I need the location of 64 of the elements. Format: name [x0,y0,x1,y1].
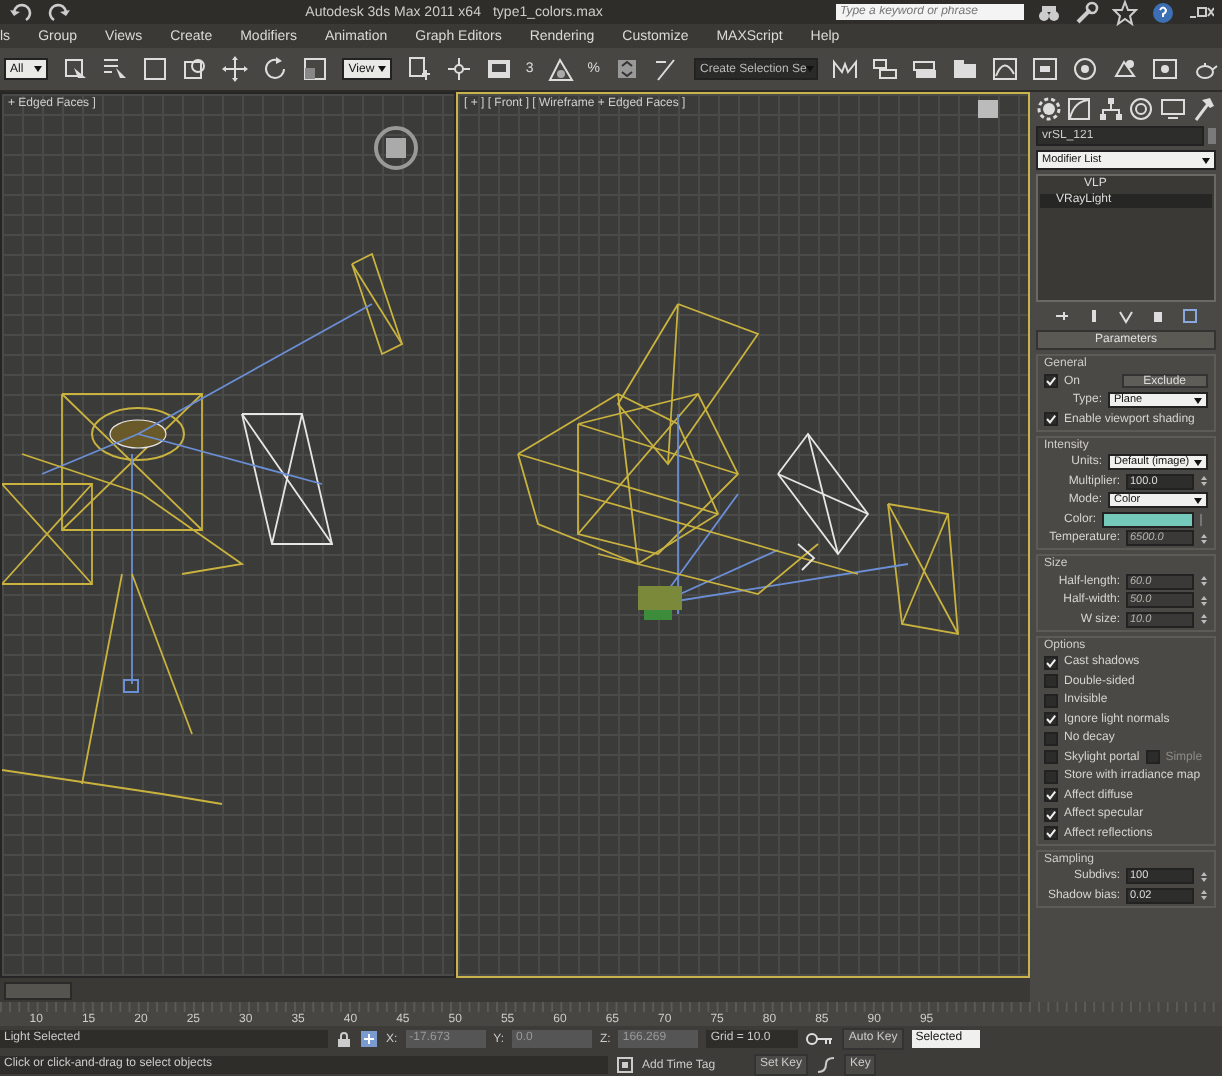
select-manipulate-icon[interactable] [445,56,472,82]
binoculars-icon[interactable] [1036,0,1062,25]
transform-mode-icon[interactable] [360,1030,378,1048]
pin-icon[interactable] [1054,308,1070,324]
checkbox[interactable] [1044,769,1058,783]
spinner-arrows-icon[interactable] [1200,869,1208,883]
checkbox[interactable] [1044,674,1058,688]
select-object-icon[interactable] [62,56,89,82]
viewcube-icon[interactable] [974,98,1002,122]
color-swatch[interactable] [1208,128,1216,144]
spinner-arrows-icon[interactable] [1200,574,1208,588]
curve-editor-icon[interactable] [992,56,1018,82]
rotate-icon[interactable] [262,56,289,82]
checkbox[interactable] [1044,374,1058,388]
checkbox[interactable] [1044,655,1058,669]
display-tab-icon[interactable] [1159,96,1186,122]
checkbox[interactable] [1044,788,1058,802]
color-swatch[interactable] [1102,511,1194,527]
spinner-arrows-icon[interactable] [1200,531,1208,545]
hierarchy-tab-icon[interactable] [1097,96,1124,122]
scale-icon[interactable] [302,56,329,82]
schematic-view-icon[interactable] [1032,56,1058,82]
time-tag-icon[interactable] [616,1056,634,1074]
spinner-arrows-icon[interactable] [1200,474,1208,488]
folder-icon[interactable] [952,56,978,82]
spinner-arrows-icon[interactable] [1200,593,1208,607]
checkbox[interactable] [1044,712,1058,726]
render-setup-icon[interactable] [1112,56,1138,82]
viewcube-icon[interactable] [374,126,418,170]
edit-selection-icon[interactable] [654,56,680,82]
layers-icon[interactable] [912,56,938,82]
spinner-arrows-icon[interactable] [1200,888,1208,902]
select-by-name-icon[interactable] [102,56,129,82]
key-icon[interactable] [806,1032,835,1046]
configure-icon[interactable] [1182,308,1198,324]
checkbox[interactable] [1145,750,1160,764]
help-icon[interactable] [1150,0,1176,25]
window-crossing-icon[interactable] [182,56,209,82]
align-icon[interactable] [872,56,898,82]
lock-icon[interactable] [336,1031,352,1047]
mirror-icon[interactable] [832,56,858,82]
key-curve-icon[interactable] [816,1056,837,1074]
spinner-snap-icon[interactable] [614,56,640,82]
rendered-frame-icon[interactable] [1152,56,1178,82]
checkbox[interactable] [1044,731,1058,745]
redo-icon[interactable] [46,0,72,25]
checkbox[interactable] [1044,693,1058,707]
pivot-icon[interactable] [405,56,432,82]
star-icon[interactable] [1112,0,1138,25]
checkbox[interactable] [1044,412,1058,426]
modify-tab-icon[interactable] [1066,96,1093,122]
checkbox[interactable] [1044,826,1058,840]
motion-tab-icon[interactable] [1128,96,1155,122]
square-icon[interactable] [142,56,169,82]
time-slider-thumb[interactable] [4,981,72,999]
undo-icon[interactable] [8,0,34,25]
checkbox[interactable] [1044,750,1058,764]
material-editor-icon[interactable] [1072,56,1098,82]
move-icon[interactable] [222,56,249,82]
hammer-icon[interactable] [1189,96,1216,122]
checkbox[interactable] [1044,807,1058,821]
angle-snap-icon[interactable] [547,56,574,82]
spinner-arrows-icon[interactable] [1200,612,1208,626]
create-tab-icon[interactable] [1036,96,1062,122]
